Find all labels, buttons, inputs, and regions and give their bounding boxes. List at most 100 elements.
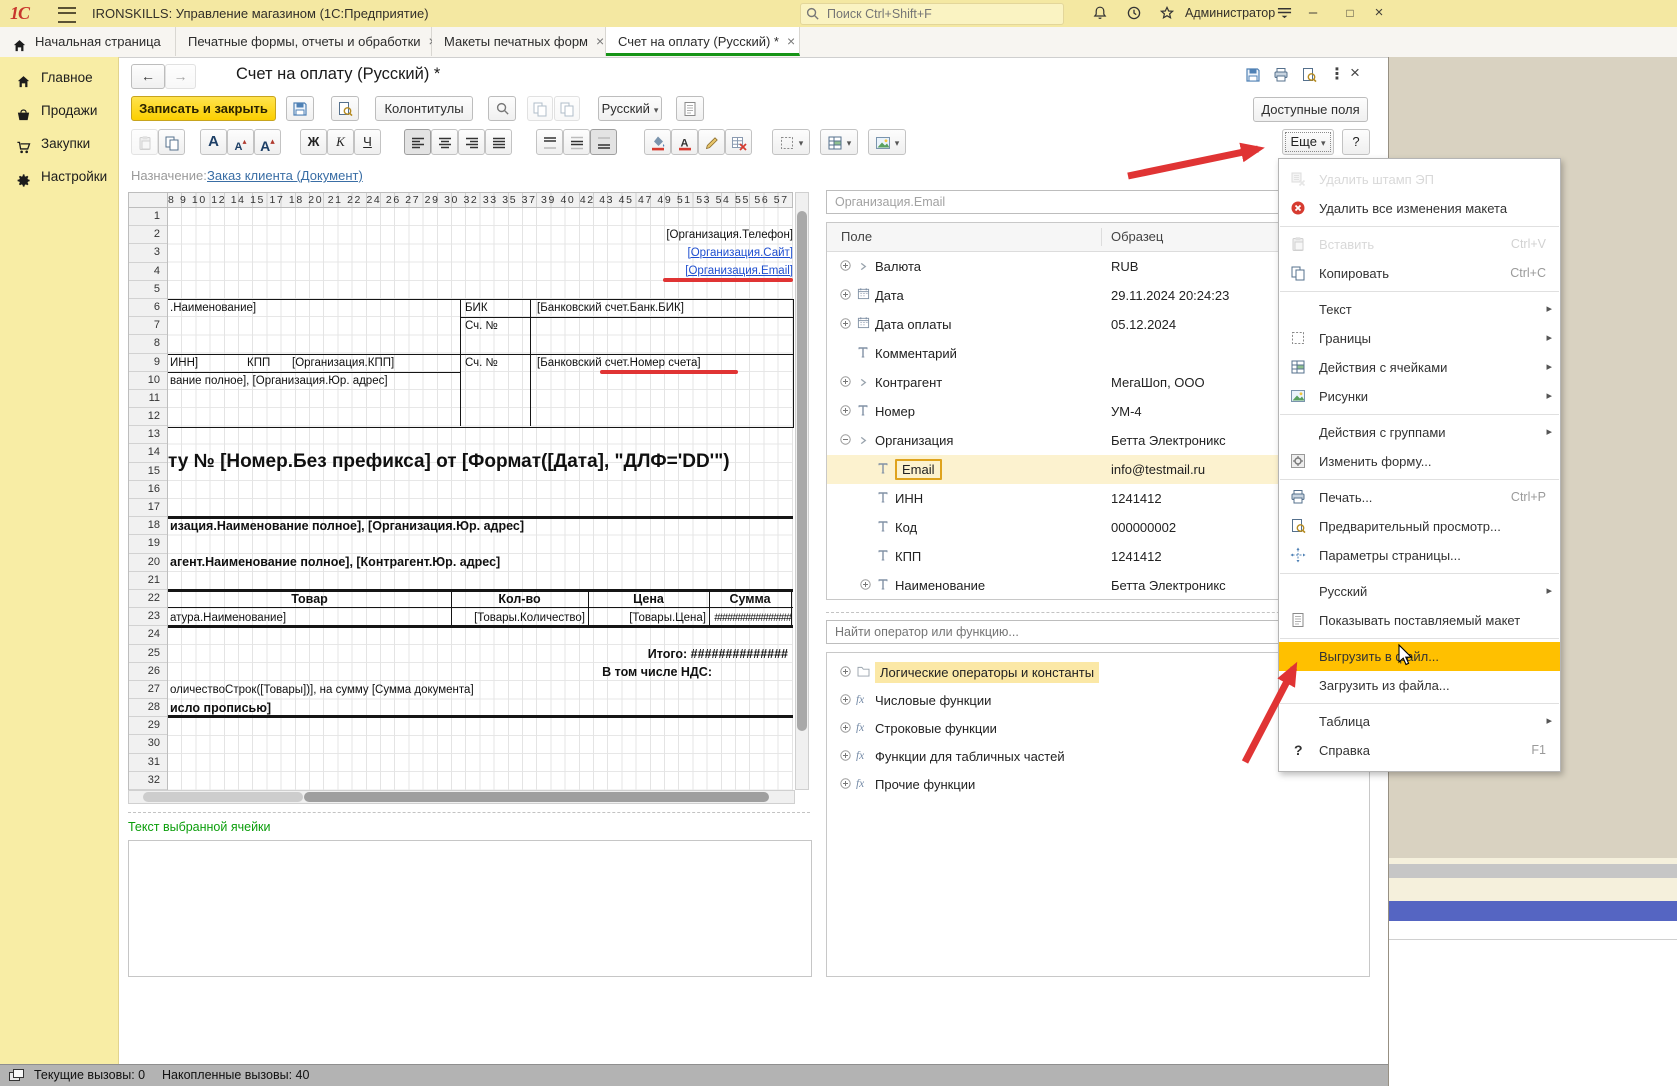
menu-item-show-supplied-layout[interactable]: Показывать поставляемый макет bbox=[1279, 606, 1560, 635]
plus-expander-icon[interactable] bbox=[837, 397, 853, 426]
sheet-row-header-26[interactable]: 26 bbox=[129, 663, 167, 681]
function-row-other-functions[interactable]: fxПрочие функции bbox=[827, 771, 1369, 799]
clear-format-button[interactable] bbox=[725, 129, 752, 155]
sheet-row-header-22[interactable]: 22 bbox=[129, 590, 167, 608]
menu-item-export-to-file[interactable]: Выгрузить в файл... bbox=[1279, 642, 1560, 671]
hamburger-menu-icon[interactable] bbox=[58, 7, 76, 23]
border-color-button[interactable] bbox=[698, 129, 725, 155]
cell-account-label-2[interactable]: Сч. № bbox=[465, 356, 498, 370]
plus-expander-icon[interactable] bbox=[837, 310, 853, 339]
sheet-row-header-11[interactable]: 11 bbox=[129, 390, 167, 408]
sidebar-item-main[interactable]: Главное bbox=[0, 61, 118, 94]
cell-footer-words[interactable]: исло прописью] bbox=[170, 701, 271, 715]
menu-item-preview[interactable]: Предварительный просмотр... bbox=[1279, 512, 1560, 541]
plus-expander-icon[interactable] bbox=[837, 743, 853, 771]
plus-expander-icon[interactable] bbox=[837, 771, 853, 799]
assignment-link[interactable]: Заказ клиента (Документ) bbox=[207, 168, 363, 183]
font-smaller-button[interactable]: A▴ bbox=[227, 129, 254, 155]
sheet-row-header-1[interactable]: 1 bbox=[129, 208, 167, 226]
copy-style-button[interactable] bbox=[527, 96, 553, 121]
tab-close-icon[interactable]: × bbox=[596, 33, 604, 49]
cell-item-price[interactable]: [Товары.Цена] bbox=[588, 611, 706, 625]
sheet-row-header-32[interactable]: 32 bbox=[129, 772, 167, 790]
save-button[interactable] bbox=[286, 96, 314, 121]
tab-0[interactable]: Начальная страница bbox=[0, 27, 176, 56]
menu-item-cell-actions[interactable]: Действия с ячейками▸ bbox=[1279, 353, 1560, 382]
paste-button[interactable] bbox=[131, 129, 158, 155]
valign-bottom-button[interactable] bbox=[590, 129, 617, 155]
scrollbar-thumb[interactable] bbox=[797, 211, 807, 731]
kebab-menu-icon[interactable]: ⋮ bbox=[1329, 64, 1345, 84]
preview-icon[interactable] bbox=[1299, 66, 1319, 84]
scrollbar-thumb[interactable] bbox=[304, 792, 769, 802]
language-dropdown[interactable]: Русский▾ bbox=[598, 96, 662, 121]
close-editor-icon[interactable]: × bbox=[1350, 63, 1360, 83]
menu-item-delete-all-layout-changes[interactable]: Удалить все изменения макета bbox=[1279, 194, 1560, 223]
align-center-button[interactable] bbox=[431, 129, 458, 155]
sheet-row-header-29[interactable]: 29 bbox=[129, 717, 167, 735]
more-button[interactable]: Еще▾ bbox=[1282, 129, 1334, 155]
menu-item-pictures[interactable]: Рисунки▸ bbox=[1279, 382, 1560, 411]
sheet-row-header-21[interactable]: 21 bbox=[129, 572, 167, 590]
align-left-button[interactable] bbox=[404, 129, 431, 155]
available-fields-button[interactable]: Доступные поля bbox=[1253, 97, 1368, 122]
cell-bik-value[interactable]: [Банковский счет.Банк.БИК] bbox=[537, 301, 684, 315]
sheet-row-header-13[interactable]: 13 bbox=[129, 426, 167, 444]
tab-3[interactable]: Счет на оплату (Русский) *× bbox=[606, 27, 800, 56]
sheet-row-header-14[interactable]: 14 bbox=[129, 444, 167, 462]
notifications-bell-icon[interactable] bbox=[1090, 4, 1110, 22]
sheet-row-header-31[interactable]: 31 bbox=[129, 754, 167, 772]
cell-org-email[interactable]: [Организация.Email] bbox=[685, 264, 793, 278]
plus-expander-icon[interactable] bbox=[837, 659, 853, 687]
minus-expander-icon[interactable] bbox=[837, 426, 853, 455]
sheet-row-header-28[interactable]: 28 bbox=[129, 699, 167, 717]
sheet-row-header-30[interactable]: 30 bbox=[129, 735, 167, 753]
menu-item-russian[interactable]: Русский▸ bbox=[1279, 577, 1560, 606]
cell-footer-rows[interactable]: оличествоСтрок([Товары])], на сумму [Сум… bbox=[170, 683, 474, 697]
sheet-row-header-16[interactable]: 16 bbox=[129, 481, 167, 499]
align-right-button[interactable] bbox=[458, 129, 485, 155]
cell-kpp-value[interactable]: [Организация.КПП] bbox=[292, 356, 394, 370]
cell-invoice-header[interactable]: ту № [Номер.Без префикса] от [Формат([Да… bbox=[168, 446, 793, 478]
copy-button[interactable] bbox=[158, 129, 185, 155]
sheet-row-header-4[interactable]: 4 bbox=[129, 263, 167, 281]
menu-item-edit-form[interactable]: Изменить форму... bbox=[1279, 447, 1560, 476]
favorites-star-icon[interactable] bbox=[1157, 4, 1177, 22]
sheet-horizontal-scrollbar[interactable] bbox=[128, 790, 795, 804]
plus-expander-icon[interactable] bbox=[837, 368, 853, 397]
cell-vat[interactable]: В том числе НДС: bbox=[602, 665, 712, 679]
font-larger-button[interactable]: A▴ bbox=[254, 129, 281, 155]
cell-org-site[interactable]: [Организация.Сайт] bbox=[688, 246, 793, 260]
close-window-button[interactable]: × bbox=[1366, 2, 1392, 24]
bold-button[interactable]: Ж bbox=[300, 129, 327, 155]
cell-inn[interactable]: ИНН] bbox=[170, 356, 198, 370]
menu-item-print[interactable]: Печать...Ctrl+P bbox=[1279, 483, 1560, 512]
tab-1[interactable]: Печатные формы, отчеты и обработки× bbox=[176, 27, 432, 56]
menu-item-help[interactable]: ?СправкаF1 bbox=[1279, 736, 1560, 765]
plus-expander-icon[interactable] bbox=[837, 715, 853, 743]
tab-2[interactable]: Макеты печатных форм× bbox=[432, 27, 606, 56]
plus-expander-icon[interactable] bbox=[837, 281, 853, 310]
cell-account-value[interactable]: [Банковский счет.Номер счета] bbox=[537, 356, 701, 370]
menu-item-group-actions[interactable]: Действия с группами▸ bbox=[1279, 418, 1560, 447]
cells-dropdown[interactable]: ▾ bbox=[820, 129, 858, 155]
sheet-row-header-20[interactable]: 20 bbox=[129, 554, 167, 572]
sidebar-item-settings[interactable]: Настройки bbox=[0, 160, 118, 193]
sheet-row-header-15[interactable]: 15 bbox=[129, 463, 167, 481]
minimize-button[interactable]: – bbox=[1300, 2, 1326, 24]
fill-color-button[interactable] bbox=[644, 129, 671, 155]
sheet-corner[interactable] bbox=[128, 192, 168, 208]
borders-dropdown[interactable]: ▾ bbox=[772, 129, 810, 155]
menu-item-paste[interactable]: ВставитьCtrl+V bbox=[1279, 230, 1560, 259]
headers-footers-button[interactable]: Колонтитулы bbox=[375, 96, 473, 121]
user-menu-lines-icon[interactable] bbox=[1274, 4, 1294, 22]
find-button[interactable] bbox=[488, 96, 516, 121]
cell-col-price[interactable]: Цена bbox=[588, 592, 709, 606]
valign-top-button[interactable] bbox=[536, 129, 563, 155]
cell-col-qty[interactable]: Кол-во bbox=[451, 592, 588, 606]
cell-item-qty[interactable]: [Товары.Количество] bbox=[451, 611, 585, 625]
back-button[interactable]: ← bbox=[131, 64, 165, 89]
sheet-row-header-24[interactable]: 24 bbox=[129, 626, 167, 644]
layout-view-button[interactable] bbox=[676, 96, 704, 121]
sheet-row-header-3[interactable]: 3 bbox=[129, 244, 167, 262]
